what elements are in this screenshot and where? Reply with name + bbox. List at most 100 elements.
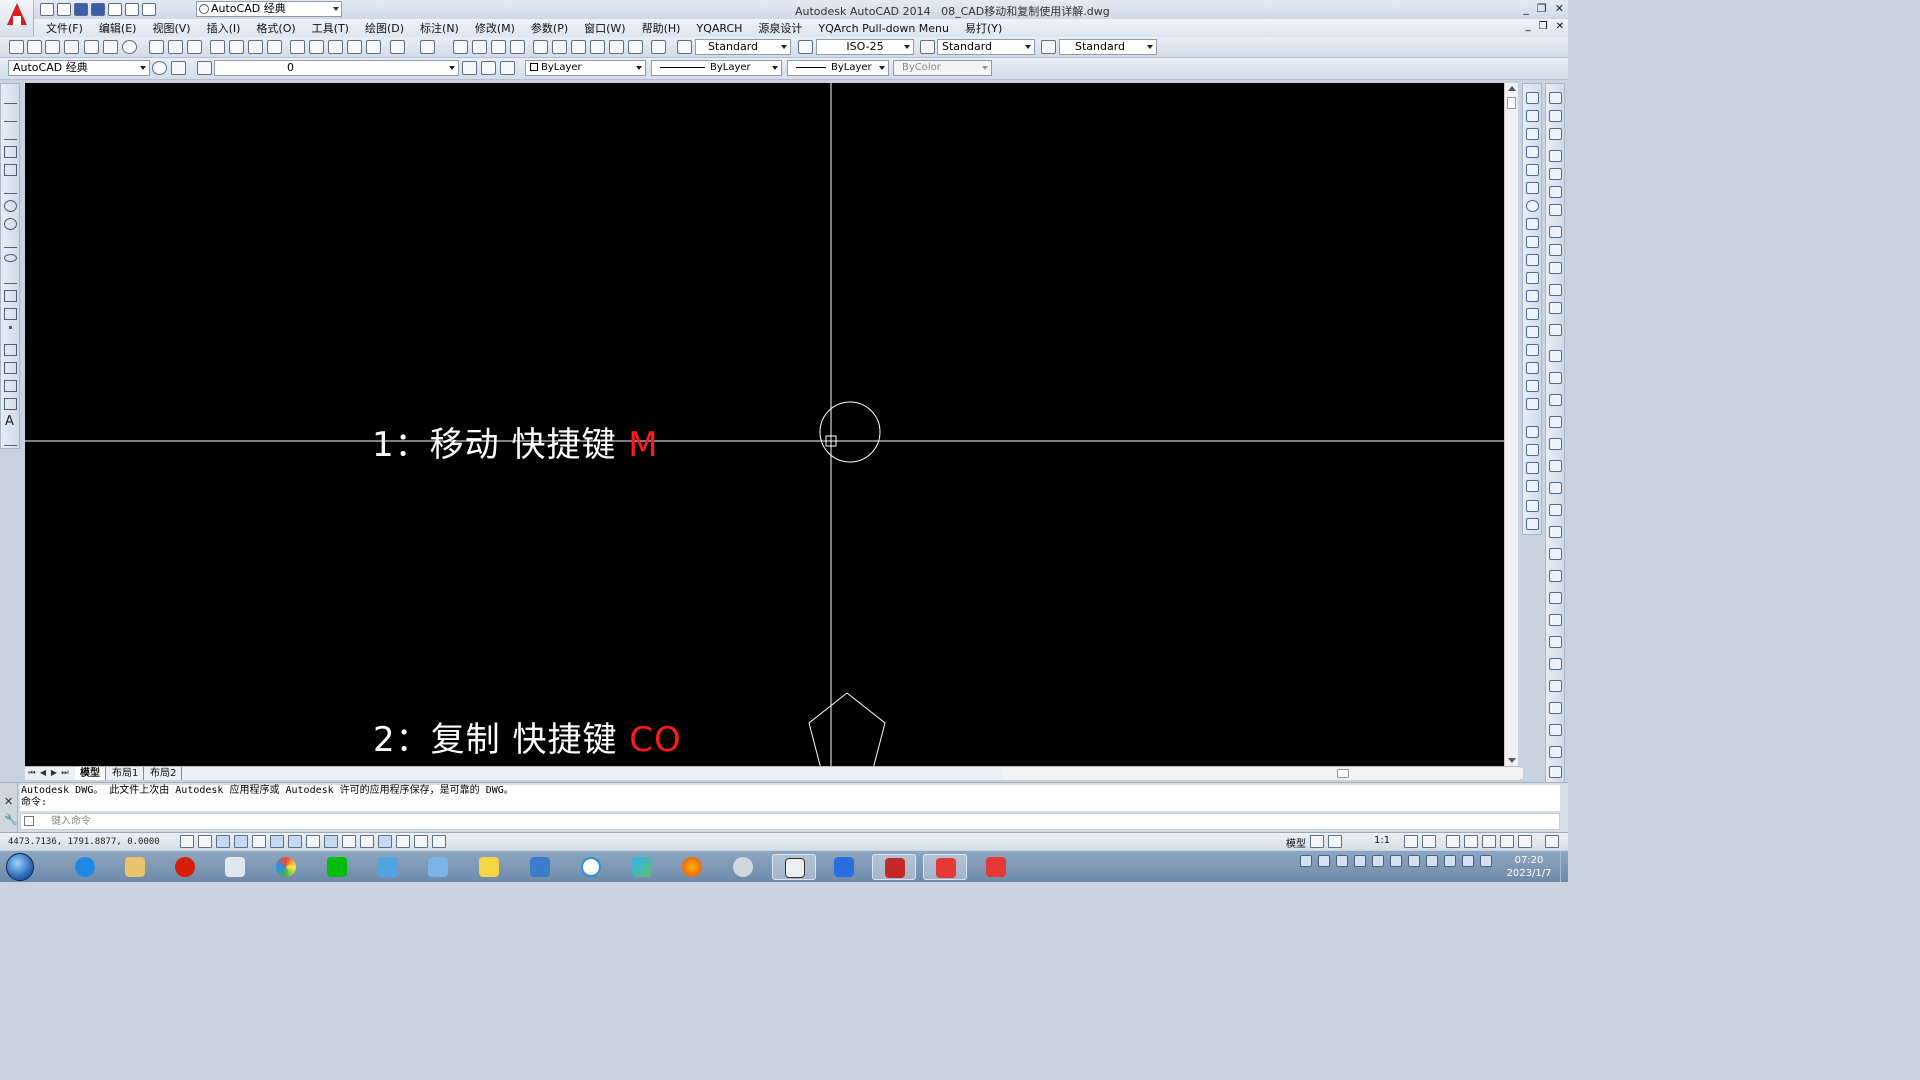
snap-mode-icon[interactable] (198, 835, 212, 848)
point-icon[interactable] (9, 326, 12, 329)
mleader-style-icon[interactable] (1041, 40, 1056, 54)
open-file-icon[interactable] (57, 3, 71, 16)
rectangle-icon[interactable] (4, 164, 17, 176)
start-button[interactable] (6, 853, 34, 881)
last-tab-button[interactable]: ⏭ (61, 768, 69, 778)
input-method-icon[interactable] (1480, 855, 1492, 867)
command-prompt-icon[interactable] (24, 816, 34, 826)
taskbar-360-browser[interactable] (264, 854, 308, 880)
trim-icon[interactable] (1526, 254, 1539, 266)
draw-order-front-icon[interactable] (1526, 426, 1539, 438)
command-input[interactable]: 键入命令 (20, 813, 1560, 830)
menu-draw[interactable]: 绘图(D) (357, 20, 412, 36)
plugin-tool-33-icon[interactable] (1549, 766, 1562, 778)
plugin-tool-24-icon[interactable] (1549, 570, 1562, 582)
new-icon[interactable] (149, 40, 164, 54)
plugin-tool-11-icon[interactable] (1549, 284, 1562, 296)
plugin-tool-7-icon[interactable] (1549, 204, 1562, 216)
text-front-icon[interactable] (1526, 500, 1539, 512)
publish-dwf-icon[interactable] (248, 40, 263, 54)
taskbar-clock[interactable]: 07:20 2023/1/7 (1500, 854, 1558, 880)
cut-icon[interactable] (290, 40, 305, 54)
arc-icon[interactable] (4, 182, 17, 194)
menu-dimension[interactable]: 标注(N) (412, 20, 467, 36)
taskbar-firefox[interactable] (670, 854, 714, 880)
taskbar-video-tool[interactable] (772, 854, 816, 880)
rotate-icon[interactable] (1526, 200, 1539, 212)
plugin-tool-13-icon[interactable] (1549, 324, 1562, 336)
ellipse-arc-icon[interactable] (4, 272, 17, 284)
tool-palettes-icon[interactable] (571, 40, 586, 54)
move-icon[interactable] (1526, 182, 1539, 194)
vertical-scroll-thumb[interactable] (1507, 97, 1516, 109)
stretch-icon[interactable] (1526, 236, 1539, 248)
menu-parametric[interactable]: 参数(P) (523, 20, 576, 36)
blend-curves-icon[interactable] (1526, 380, 1539, 392)
zoom-previous-icon[interactable] (510, 40, 525, 54)
restore-button[interactable]: ❐ (1537, 2, 1547, 15)
redo-icon[interactable] (142, 3, 156, 16)
wrench-icon[interactable]: 🔧 (4, 813, 18, 826)
minimize-button[interactable]: _ (1523, 2, 1529, 15)
menu-yida[interactable]: 易打(Y) (957, 20, 1010, 36)
chamfer-icon[interactable] (1526, 344, 1539, 356)
quickcalc-icon[interactable] (628, 40, 643, 54)
vertical-scrollbar[interactable] (1504, 83, 1518, 766)
infer-constraints-icon[interactable] (180, 835, 194, 848)
taskbar-picture-viewer[interactable] (366, 854, 410, 880)
plugin-tool-8-icon[interactable] (1549, 226, 1562, 238)
color-dropdown[interactable]: ByLayer (525, 60, 646, 76)
settings-tray-icon[interactable] (1336, 855, 1348, 867)
menu-format[interactable]: 格式(O) (248, 20, 303, 36)
scale-icon[interactable] (1526, 218, 1539, 230)
3d-object-snap-icon[interactable] (288, 835, 302, 848)
zoom-window-icon[interactable] (491, 40, 506, 54)
plugin-tool-21-icon[interactable] (1549, 504, 1562, 516)
break-at-point-icon[interactable] (1526, 290, 1539, 302)
new-file-icon[interactable] (40, 3, 54, 16)
insert-block-icon[interactable] (4, 290, 17, 302)
circle-icon[interactable] (4, 200, 17, 212)
taskbar-wps-1[interactable] (923, 854, 967, 880)
object-snap-icon[interactable] (270, 835, 284, 848)
wechat-icon[interactable] (1390, 855, 1402, 867)
model-space-label[interactable]: 模型 (1286, 835, 1306, 850)
polygon-icon[interactable] (4, 146, 17, 158)
workspace-settings-icon[interactable] (152, 61, 167, 75)
markup-icon[interactable] (609, 40, 624, 54)
table-style-dropdown[interactable]: Standard (937, 39, 1035, 55)
autocad-application-button[interactable] (0, 0, 34, 36)
tab-model[interactable]: 模型 (75, 767, 106, 780)
open-icon[interactable] (27, 40, 42, 54)
design-center-icon[interactable] (552, 40, 567, 54)
dim-style-dropdown[interactable]: ISO-25 (816, 39, 914, 55)
menu-insert[interactable]: 插入(I) (199, 20, 249, 36)
annotation-scale[interactable]: 1:1 (1374, 835, 1390, 846)
table-style-icon[interactable] (920, 40, 935, 54)
line-icon[interactable] (4, 92, 17, 104)
paste-icon[interactable] (328, 40, 343, 54)
erase-icon[interactable] (1526, 92, 1539, 104)
print-icon[interactable] (108, 3, 122, 16)
plugin-tool-32-icon[interactable] (1549, 746, 1562, 758)
network-icon[interactable] (1462, 855, 1474, 867)
dynamic-input-icon[interactable] (342, 835, 356, 848)
quick-view-layouts-icon[interactable] (1310, 835, 1324, 848)
horizontal-scroll-thumb[interactable] (1337, 769, 1349, 778)
transparency-icon[interactable] (378, 835, 392, 848)
plugin-tool-4-icon[interactable] (1549, 150, 1562, 162)
plugin-tool-10-icon[interactable] (1549, 262, 1562, 274)
drawing-canvas[interactable]: 1：移动 快捷键 M 2：复制 快捷键 CO (25, 83, 1504, 766)
plugin-tool-3-icon[interactable] (1549, 128, 1562, 140)
menu-help[interactable]: 帮助(H) (634, 20, 689, 36)
plugin-tool-28-icon[interactable] (1549, 658, 1562, 670)
taskbar-wps-2[interactable] (974, 854, 1018, 880)
sheetset-icon[interactable] (45, 40, 60, 54)
workspace-selector[interactable]: AutoCAD 经典 (8, 60, 150, 76)
layer-state-icon[interactable] (500, 61, 515, 75)
redo-icon[interactable] (420, 40, 435, 54)
taskbar-iqiyi[interactable] (315, 854, 359, 880)
plugin-tool-14-icon[interactable] (1549, 350, 1562, 362)
pan-icon[interactable] (453, 40, 468, 54)
coordinate-readout[interactable]: 4473.7136, 1791.8877, 0.0000 (8, 837, 160, 847)
